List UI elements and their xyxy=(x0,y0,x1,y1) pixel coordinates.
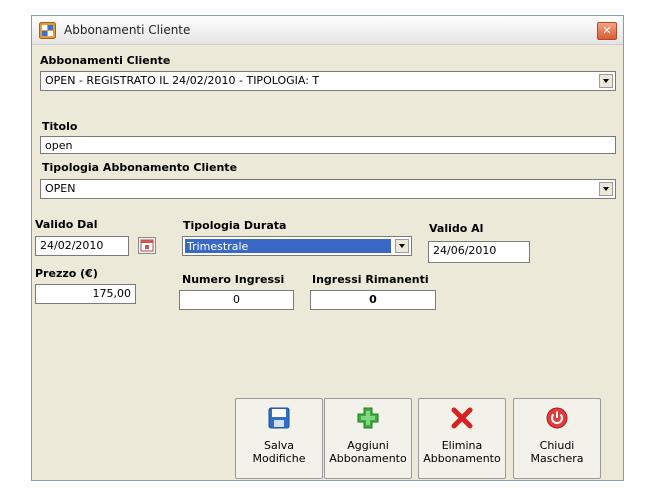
subscriptions-select[interactable]: OPEN - REGISTRATO IL 24/02/2010 - TIPOLO… xyxy=(40,71,616,91)
price-value: 175,00 xyxy=(92,287,132,300)
valid-from-value: 24/02/2010 xyxy=(40,239,104,252)
duration-type-value: Trimestrale xyxy=(185,239,391,253)
valid-to-value: 24/06/2010 xyxy=(433,244,497,257)
subscription-type-value: OPEN xyxy=(45,182,76,195)
window-close-button[interactable]: ✕ xyxy=(597,22,617,40)
subscription-type-label: Tipologia Abbonamento Cliente xyxy=(42,161,238,174)
remaining-entries-label: Ingressi Rimanenti xyxy=(312,273,429,286)
app-window-icon xyxy=(39,22,56,39)
valid-from-input[interactable]: 24/02/2010 xyxy=(35,236,129,256)
subscriptions-window: Abbonamenti Cliente ✕ Abbonamenti Client… xyxy=(31,15,624,481)
add-label-line2: Abbonamento xyxy=(329,452,407,465)
save-label-line1: Salva xyxy=(263,439,295,452)
valid-from-label: Valido Dal xyxy=(35,218,98,231)
title-input-value: open xyxy=(45,139,73,152)
duration-type-label: Tipologia Durata xyxy=(183,219,287,232)
subscription-type-select[interactable]: OPEN xyxy=(40,179,616,199)
chevron-down-icon[interactable] xyxy=(599,182,613,196)
red-x-icon xyxy=(451,407,473,429)
entries-count-value: 0 xyxy=(233,293,240,306)
entries-count-input[interactable]: 0 xyxy=(179,290,294,310)
close-label-line1: Chiudi xyxy=(539,439,575,452)
add-label-line1: Aggiuni xyxy=(347,439,389,452)
power-icon xyxy=(546,407,568,429)
chevron-down-icon[interactable] xyxy=(395,239,409,253)
chevron-down-icon[interactable] xyxy=(599,74,613,88)
save-label-line2: Modifiche xyxy=(252,452,306,465)
duration-type-select[interactable]: Trimestrale xyxy=(182,236,412,256)
price-input[interactable]: 175,00 xyxy=(35,284,136,304)
subscriptions-select-value: OPEN - REGISTRATO IL 24/02/2010 - TIPOLO… xyxy=(45,74,320,87)
delete-label-line1: Elimina xyxy=(441,439,483,452)
window-title: Abbonamenti Cliente xyxy=(64,23,191,37)
valid-to-input[interactable]: 24/06/2010 xyxy=(428,241,530,263)
floppy-disk-icon xyxy=(268,407,290,429)
entries-count-label: Numero Ingressi xyxy=(182,273,285,286)
add-subscription-button[interactable]: Aggiuni Abbonamento xyxy=(324,398,412,479)
close-form-button[interactable]: Chiudi Maschera xyxy=(513,398,601,479)
delete-subscription-button[interactable]: Elimina Abbonamento xyxy=(418,398,506,479)
delete-label-line2: Abbonamento xyxy=(423,452,501,465)
title-bar: Abbonamenti Cliente ✕ xyxy=(32,16,623,45)
save-changes-button[interactable]: Salva Modifiche xyxy=(235,398,323,479)
remaining-entries-input: 0 xyxy=(310,290,436,310)
title-input[interactable]: open xyxy=(40,136,616,154)
close-label-line2: Maschera xyxy=(530,452,584,465)
subscriptions-label: Abbonamenti Cliente xyxy=(40,54,171,67)
calendar-icon[interactable] xyxy=(138,237,156,254)
close-icon: ✕ xyxy=(602,24,612,37)
remaining-entries-value: 0 xyxy=(369,293,377,306)
plus-cross-icon xyxy=(357,407,379,429)
price-label: Prezzo (€) xyxy=(35,267,98,280)
valid-to-label: Valido Al xyxy=(429,222,484,235)
title-label: Titolo xyxy=(42,120,78,133)
